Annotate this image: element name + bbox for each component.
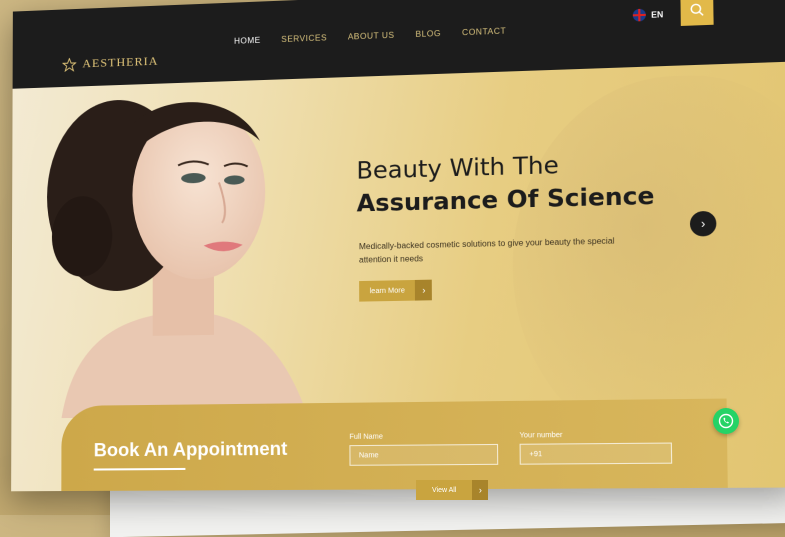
language-selector[interactable]: EN bbox=[632, 8, 664, 22]
main-menu: HOME SERVICES ABOUT US BLOG CONTACT bbox=[234, 26, 506, 45]
uk-flag-icon bbox=[632, 8, 646, 22]
full-name-field: Full Name Name bbox=[349, 432, 499, 466]
nav-services[interactable]: SERVICES bbox=[281, 33, 327, 44]
whatsapp-icon bbox=[718, 413, 734, 429]
nav-home[interactable]: HOME bbox=[234, 36, 261, 46]
nav-blog[interactable]: BLOG bbox=[415, 29, 441, 39]
hero-model-image bbox=[46, 97, 308, 419]
phone-field: Your number +91 bbox=[519, 431, 673, 465]
whatsapp-button[interactable] bbox=[713, 408, 739, 434]
hero-section: Beauty With The Assurance Of Science Med… bbox=[11, 61, 785, 492]
hero-headline: Beauty With The Assurance Of Science bbox=[356, 150, 654, 217]
chevron-right-icon: › bbox=[472, 480, 489, 500]
title-underline bbox=[93, 467, 186, 471]
phone-label: Your number bbox=[519, 431, 563, 440]
brand-name: AESTHERIA bbox=[82, 53, 159, 71]
website-mockup: AESTHERIA HOME SERVICES ABOUT US BLOG CO… bbox=[11, 0, 785, 492]
learn-more-label: learn More bbox=[359, 279, 416, 302]
star-logo-icon bbox=[62, 57, 77, 72]
view-all-button[interactable]: View All › bbox=[416, 480, 489, 500]
chevron-right-icon: › bbox=[700, 216, 706, 232]
hero-title-line-1: Beauty With The bbox=[356, 152, 559, 185]
full-name-label: Full Name bbox=[349, 433, 383, 441]
nav-contact[interactable]: CONTACT bbox=[462, 26, 506, 37]
learn-more-button[interactable]: learn More › bbox=[359, 279, 433, 302]
search-icon bbox=[689, 2, 704, 17]
search-button[interactable] bbox=[680, 0, 714, 26]
phone-input[interactable]: +91 bbox=[519, 442, 673, 465]
language-code: EN bbox=[651, 9, 664, 20]
chevron-right-icon: › bbox=[415, 279, 433, 301]
full-name-input[interactable]: Name bbox=[349, 443, 499, 466]
booking-title: Book An Appointment bbox=[93, 438, 288, 461]
nav-about-us[interactable]: ABOUT US bbox=[348, 31, 395, 42]
background-face-image bbox=[510, 70, 785, 456]
view-all-label: View All bbox=[416, 480, 473, 500]
booking-section: Book An Appointment Full Name Name Your … bbox=[61, 398, 729, 492]
brand-logo[interactable]: AESTHERIA bbox=[62, 54, 158, 72]
